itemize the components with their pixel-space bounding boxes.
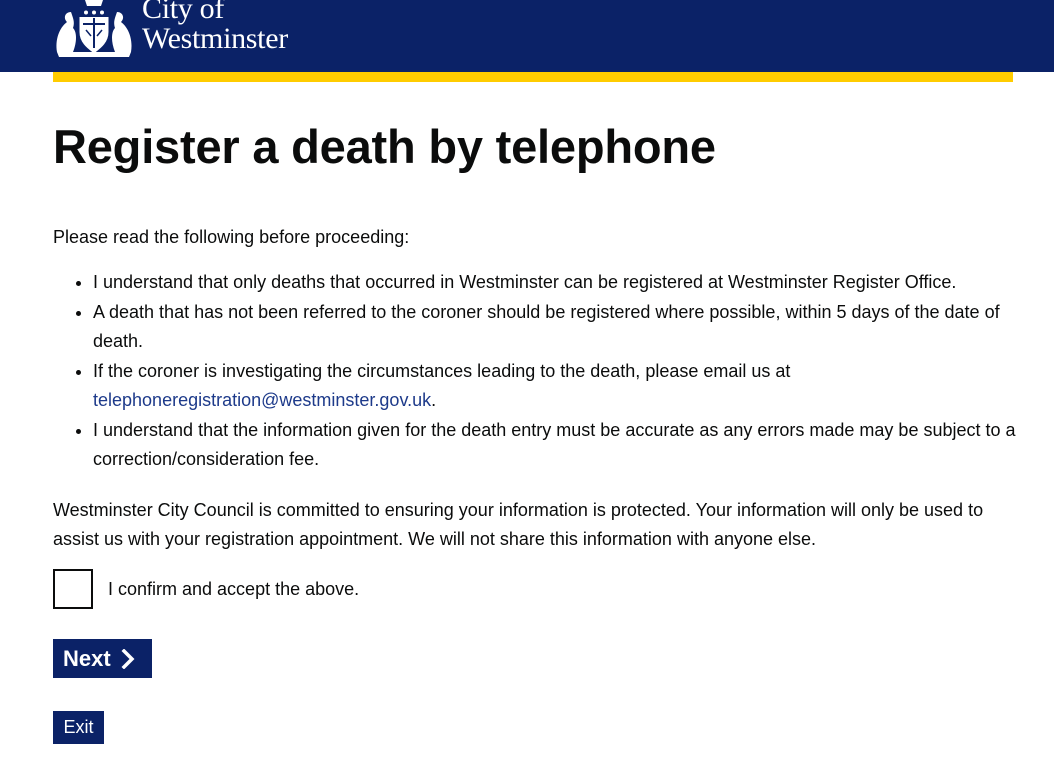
westminster-crest-icon [56, 0, 132, 57]
page-title: Register a death by telephone [53, 120, 716, 173]
terms-list-item: I understand that only deaths that occur… [93, 268, 1018, 297]
confirm-row: I confirm and accept the above. [53, 569, 359, 609]
exit-button[interactable]: Exit [53, 711, 104, 744]
next-button[interactable]: Next [53, 639, 152, 678]
next-button-label: Next [63, 645, 111, 671]
intro-text: Please read the following before proceed… [53, 227, 410, 247]
site-logo-text[interactable]: City of Westminster [142, 0, 288, 54]
terms-item-text: If the coroner is investigating the circ… [93, 361, 791, 381]
confirm-checkbox[interactable] [53, 569, 93, 609]
chevron-right-icon [121, 648, 135, 669]
terms-list-item: A death that has not been referred to th… [93, 298, 1018, 356]
terms-item-text: I understand that the information given … [93, 420, 1016, 469]
terms-item-text: I understand that only deaths that occur… [93, 272, 957, 292]
terms-list-item: I understand that the information given … [93, 416, 1018, 474]
terms-list-item: If the coroner is investigating the circ… [93, 357, 1018, 415]
privacy-notice: Westminster City Council is committed to… [53, 500, 984, 549]
email-link[interactable]: telephoneregistration@westminster.gov.uk [93, 390, 431, 410]
terms-list: I understand that only deaths that occur… [53, 268, 1018, 475]
terms-item-text-end: . [431, 390, 437, 410]
confirm-label[interactable]: I confirm and accept the above. [108, 578, 359, 600]
header-accent-bar [53, 72, 1013, 82]
logo-line-westminster: Westminster [142, 22, 288, 55]
terms-item-text: A death that has not been referred to th… [93, 302, 1000, 351]
logo-line-city: City of [142, 0, 225, 25]
site-header: City of Westminster [0, 0, 1054, 72]
